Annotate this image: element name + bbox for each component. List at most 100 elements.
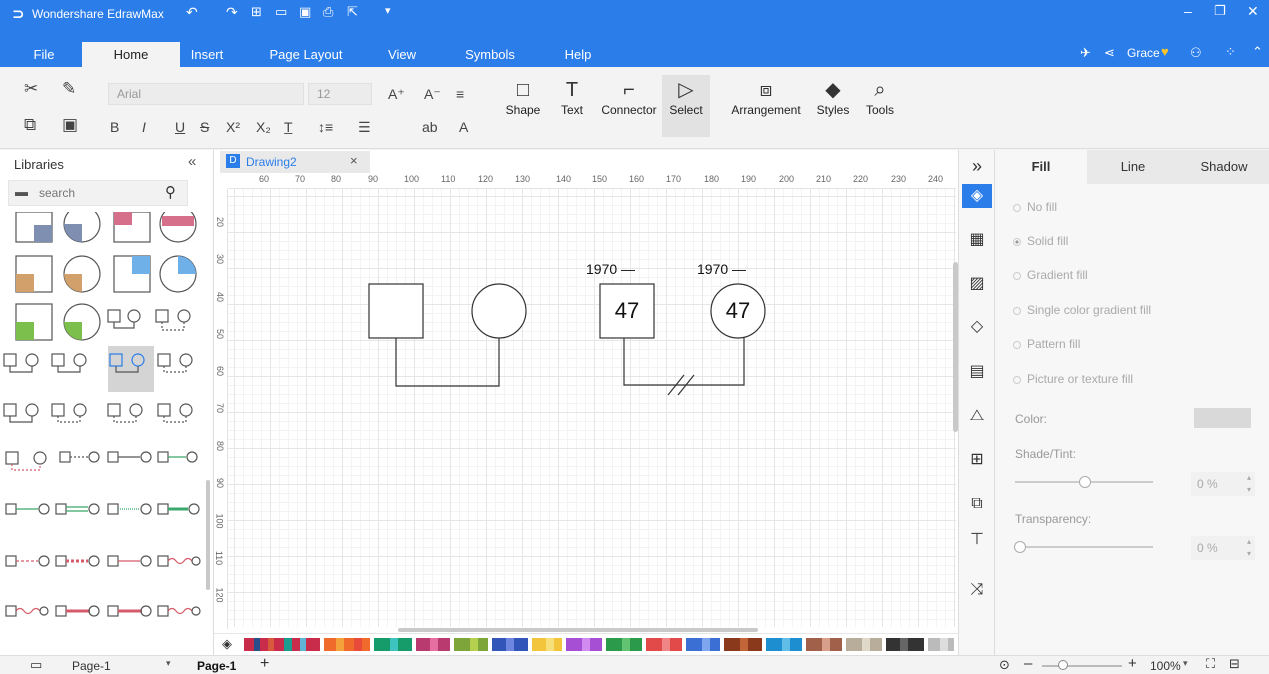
zoom-slider-track[interactable] [1042, 665, 1122, 667]
copy-format-icon[interactable]: ⧉ [965, 492, 989, 516]
connector-button[interactable]: ⌐ Connector [598, 77, 660, 117]
divorce-line[interactable] [623, 338, 745, 386]
close-icon[interactable]: ✕ [1247, 3, 1259, 20]
expand-panel-icon[interactable]: » [965, 154, 989, 178]
export-icon[interactable]: ⇱ [347, 4, 358, 20]
color-palette[interactable]: ◈ [214, 633, 959, 655]
zoom-dropdown-icon[interactable]: ▾ [1183, 658, 1188, 669]
female-symbol[interactable] [471, 283, 527, 339]
menu-file[interactable]: File [14, 42, 74, 67]
library-shapes[interactable] [0, 212, 212, 652]
fill-bucket-icon[interactable]: ◈ [222, 636, 232, 652]
fit-width-icon[interactable]: ⊟ [1229, 656, 1240, 672]
tools-button[interactable]: ⌕ Tools [862, 77, 898, 117]
fill-style-icon[interactable]: ◈ [962, 184, 992, 208]
chart-icon[interactable]: ⧍ [965, 404, 989, 428]
menu-page-layout[interactable]: Page Layout [262, 42, 350, 67]
color-swatches[interactable] [244, 638, 956, 651]
table-icon[interactable]: ⊞ [965, 448, 989, 472]
italic-button[interactable]: I [142, 117, 146, 137]
shade-value-input[interactable]: 0 % ▴ ▾ [1191, 472, 1255, 496]
collapse-ribbon-icon[interactable]: ⌃ [1252, 44, 1263, 60]
shade-slider-thumb[interactable] [1079, 476, 1091, 488]
transparency-slider-thumb[interactable] [1014, 541, 1026, 553]
arrangement-button[interactable]: ⧈ Arrangement [728, 77, 804, 117]
restore-icon[interactable]: ❐ [1214, 3, 1226, 19]
font-size-select[interactable]: 12 [308, 83, 372, 105]
print-icon[interactable]: ⎙ [323, 4, 333, 20]
zoom-out-icon[interactable]: – [1024, 655, 1032, 672]
undo-icon[interactable]: ↶ [186, 4, 198, 21]
fit-page-icon[interactable]: ⛶ [1206, 656, 1215, 672]
paste-icon[interactable]: ▣ [62, 115, 78, 135]
bullets-icon[interactable]: ☰ [358, 117, 371, 137]
strikethrough-button[interactable]: S [200, 117, 209, 137]
text-button[interactable]: T Text [556, 77, 588, 117]
styles-button[interactable]: ◆ Styles [814, 77, 852, 117]
user-name[interactable]: Grace [1127, 46, 1160, 60]
save-icon[interactable]: ▣ [299, 4, 311, 20]
year-label-right[interactable]: 1970 — [697, 261, 746, 277]
tab-shadow[interactable]: Shadow [1179, 150, 1269, 184]
image-icon[interactable]: ▨ [965, 272, 989, 296]
text-case-icon[interactable]: T̲ [284, 117, 293, 137]
fill-option-pattern[interactable]: Pattern fill [1013, 337, 1080, 351]
menu-insert[interactable]: Insert [180, 42, 234, 67]
page-dropdown-icon[interactable]: ▾ [166, 658, 171, 669]
font-family-select[interactable]: Arial [108, 83, 304, 105]
library-search-input[interactable] [39, 184, 159, 202]
age-label-square[interactable]: 47 [600, 298, 654, 324]
search-icon[interactable]: ⚲ [165, 183, 176, 201]
color-swatch[interactable] [1194, 408, 1251, 428]
age-label-circle[interactable]: 47 [711, 298, 765, 324]
library-menu-icon[interactable]: ▬ [15, 184, 28, 199]
cut-icon[interactable]: ✂ [24, 79, 38, 99]
page-layout-icon[interactable]: ▭ [30, 657, 42, 673]
apps-icon[interactable]: ⁘ [1225, 44, 1236, 60]
menu-view[interactable]: View [380, 42, 424, 67]
library-scrollbar[interactable] [206, 480, 210, 590]
skin-icon[interactable]: ⚇ [1190, 45, 1202, 61]
tab-fill[interactable]: Fill [995, 150, 1087, 184]
underline-button[interactable]: U [175, 117, 185, 137]
page-selector[interactable]: Page-1 [72, 659, 111, 673]
spinner-icon[interactable]: ▴ ▾ [1247, 472, 1251, 496]
subscript-button[interactable]: X₂ [256, 117, 271, 137]
text-background-button[interactable]: ab [422, 117, 438, 137]
menu-help[interactable]: Help [556, 42, 600, 67]
format-painter-icon[interactable]: ✎ [62, 79, 76, 99]
transparency-value-input[interactable]: 0 % ▴ ▾ [1191, 536, 1255, 560]
line-spacing-icon[interactable]: ↕≡ [318, 117, 333, 137]
menu-home[interactable]: Home [82, 42, 180, 67]
fill-option-picture[interactable]: Picture or texture fill [1013, 372, 1133, 386]
fill-option-gradient[interactable]: Gradient fill [1013, 268, 1088, 282]
zoom-in-icon[interactable]: + [1128, 655, 1137, 672]
spinner-icon[interactable]: ▴ ▾ [1247, 536, 1251, 560]
presentation-icon[interactable]: ⊤ [965, 528, 989, 552]
superscript-button[interactable]: X² [226, 117, 240, 137]
redo-icon[interactable]: ↷ [226, 4, 238, 21]
document-tab[interactable]: D Drawing2 × [220, 151, 370, 173]
new-icon[interactable]: ⊞ [251, 4, 262, 20]
zoom-level[interactable]: 100% [1150, 659, 1181, 673]
copy-icon[interactable]: ⧉ [24, 115, 36, 135]
shuffle-icon[interactable]: ⤨ [965, 578, 989, 602]
page-tab-current[interactable]: Page-1 [197, 659, 236, 673]
play-icon[interactable]: ⊙ [999, 657, 1010, 673]
share-icon[interactable]: ⋖ [1104, 45, 1115, 61]
layers-icon[interactable]: ◇ [965, 315, 989, 339]
transparency-slider-track[interactable] [1015, 546, 1153, 548]
add-page-icon[interactable]: + [260, 655, 269, 673]
marriage-line[interactable] [395, 338, 500, 387]
fill-option-no-fill[interactable]: No fill [1013, 200, 1057, 214]
close-tab-icon[interactable]: × [350, 153, 358, 168]
grid-icon[interactable]: ▦ [965, 228, 989, 252]
open-icon[interactable]: ▭ [275, 4, 287, 20]
menu-symbols[interactable]: Symbols [460, 42, 520, 67]
fill-option-solid[interactable]: Solid fill [1013, 234, 1068, 248]
select-button[interactable]: ▷ Select [662, 75, 710, 137]
publish-icon[interactable]: ✈ [1080, 45, 1091, 61]
increase-font-icon[interactable]: A⁺ [388, 84, 405, 104]
customize-icon[interactable]: ▾ [385, 4, 391, 17]
collapse-libraries-icon[interactable]: « [188, 153, 196, 170]
